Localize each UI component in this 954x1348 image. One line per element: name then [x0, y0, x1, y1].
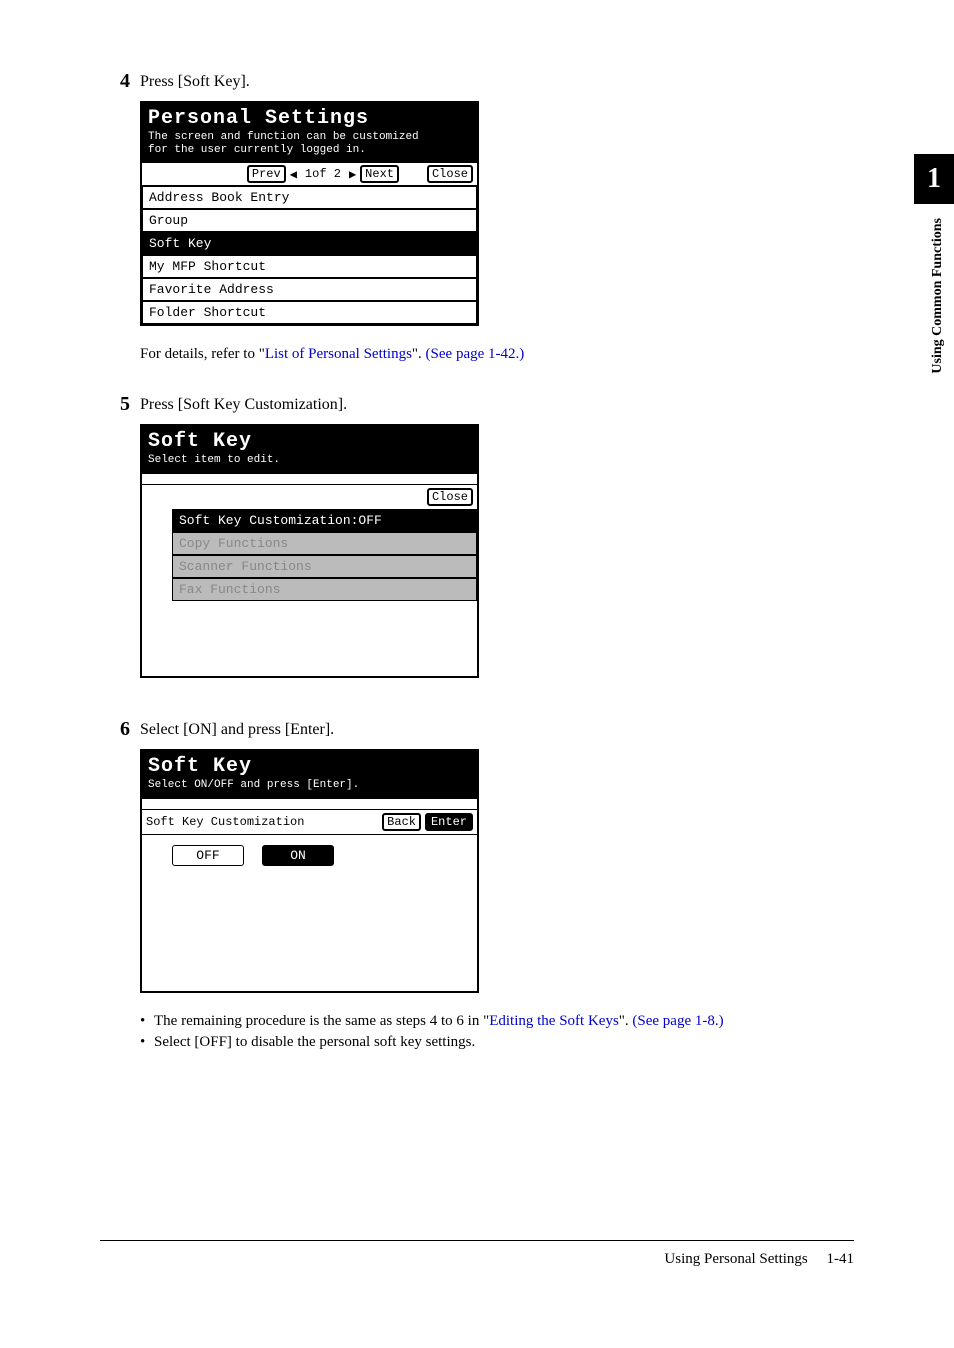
note-item: • Select [OFF] to disable the personal s… — [140, 1034, 854, 1051]
softkey-list: Soft Key Customization:OFF Copy Function… — [142, 509, 477, 601]
ref-prefix: For details, refer to " — [140, 346, 265, 362]
lcd-header: Soft Key Select ON/OFF and press [Enter]… — [142, 751, 477, 798]
note-page-link[interactable]: (See page 1-8.) — [632, 1013, 723, 1029]
lcd-header: Soft Key Select item to edit. — [142, 426, 477, 473]
list-item-selected[interactable]: Soft Key — [142, 232, 477, 255]
step-number: 4 — [100, 70, 140, 93]
note-text: The remaining procedure is the same as s… — [154, 1013, 854, 1030]
list-item-disabled: Scanner Functions — [172, 555, 477, 578]
step-6: 6 Select [ON] and press [Enter]. — [100, 718, 854, 741]
list-item[interactable]: Favorite Address — [142, 278, 477, 301]
lcd-toolbar: Prev ◀ 1of 2 ▶ Next Close — [142, 163, 477, 186]
page-footer: Using Personal Settings 1-41 — [100, 1240, 854, 1268]
chapter-label: Using Common Functions — [930, 218, 946, 374]
detail-reference: For details, refer to "List of Personal … — [140, 346, 854, 363]
on-toggle[interactable]: ON — [262, 845, 334, 866]
settings-list: Address Book Entry Group Soft Key My MFP… — [142, 186, 477, 324]
lcd-title: Soft Key — [148, 755, 471, 779]
note-item: • The remaining procedure is the same as… — [140, 1013, 854, 1030]
list-item-disabled: Copy Functions — [172, 532, 477, 555]
list-item-disabled: Fax Functions — [172, 578, 477, 601]
list-item-selected[interactable]: Soft Key Customization:OFF — [172, 509, 477, 532]
bullet-icon: • — [140, 1013, 154, 1030]
lcd-title: Soft Key — [148, 430, 471, 454]
lcd-toolbar: Soft Key Customization Back Enter — [142, 810, 477, 835]
list-item[interactable]: Folder Shortcut — [142, 301, 477, 324]
list-item[interactable]: Group — [142, 209, 477, 232]
step-text: Press [Soft Key Customization]. — [140, 393, 854, 416]
step-text: Select [ON] and press [Enter]. — [140, 718, 854, 741]
screen-soft-key: Soft Key Select item to edit. Close Soft… — [140, 424, 854, 678]
close-button[interactable]: Close — [427, 165, 473, 183]
back-button[interactable]: Back — [382, 813, 421, 831]
enter-button[interactable]: Enter — [425, 813, 473, 831]
ref-page-link[interactable]: (See page 1-42.) — [426, 346, 525, 362]
step-text: Press [Soft Key]. — [140, 70, 854, 93]
ref-mid: ". — [412, 346, 426, 362]
screen-soft-key-onoff: Soft Key Select ON/OFF and press [Enter]… — [140, 749, 854, 993]
lcd-title: Personal Settings — [148, 107, 471, 131]
lcd-subtitle-2: for the user currently logged in. — [148, 144, 471, 157]
notes-list: • The remaining procedure is the same as… — [140, 1013, 854, 1051]
ref-link[interactable]: List of Personal Settings — [265, 346, 412, 362]
lcd-subtitle: Select item to edit. — [148, 454, 471, 467]
list-item[interactable]: My MFP Shortcut — [142, 255, 477, 278]
screen-personal-settings: Personal Settings The screen and functio… — [140, 101, 854, 326]
lcd-header: Personal Settings The screen and functio… — [142, 103, 477, 163]
step-5: 5 Press [Soft Key Customization]. — [100, 393, 854, 416]
chapter-number: 1 — [927, 163, 941, 195]
list-item[interactable]: Address Book Entry — [142, 186, 477, 209]
footer-title: Using Personal Settings — [664, 1251, 807, 1267]
arrow-left-icon: ◀ — [290, 167, 297, 182]
bullet-icon: • — [140, 1034, 154, 1051]
arrow-right-icon: ▶ — [349, 167, 356, 182]
chapter-tab: 1 — [914, 154, 954, 204]
step-number: 5 — [100, 393, 140, 416]
note-link[interactable]: Editing the Soft Keys — [489, 1013, 619, 1029]
step-4: 4 Press [Soft Key]. — [100, 70, 854, 93]
lcd-toolbar: Close — [142, 485, 477, 509]
next-button[interactable]: Next — [360, 165, 399, 183]
step-number: 6 — [100, 718, 140, 741]
page-indicator: 1of 2 — [301, 167, 345, 181]
toggle-row: OFF ON — [142, 835, 477, 876]
page-body: 4 Press [Soft Key]. Personal Settings Th… — [0, 0, 954, 1095]
lcd-subtitle: Select ON/OFF and press [Enter]. — [148, 779, 471, 792]
prev-button[interactable]: Prev — [247, 165, 286, 183]
lcd-subtitle-1: The screen and function can be customize… — [148, 131, 471, 144]
footer-page: 1-41 — [827, 1251, 855, 1267]
customization-label: Soft Key Customization — [146, 815, 304, 829]
close-button[interactable]: Close — [427, 488, 473, 506]
off-toggle[interactable]: OFF — [172, 845, 244, 866]
note-text: Select [OFF] to disable the personal sof… — [154, 1034, 854, 1051]
